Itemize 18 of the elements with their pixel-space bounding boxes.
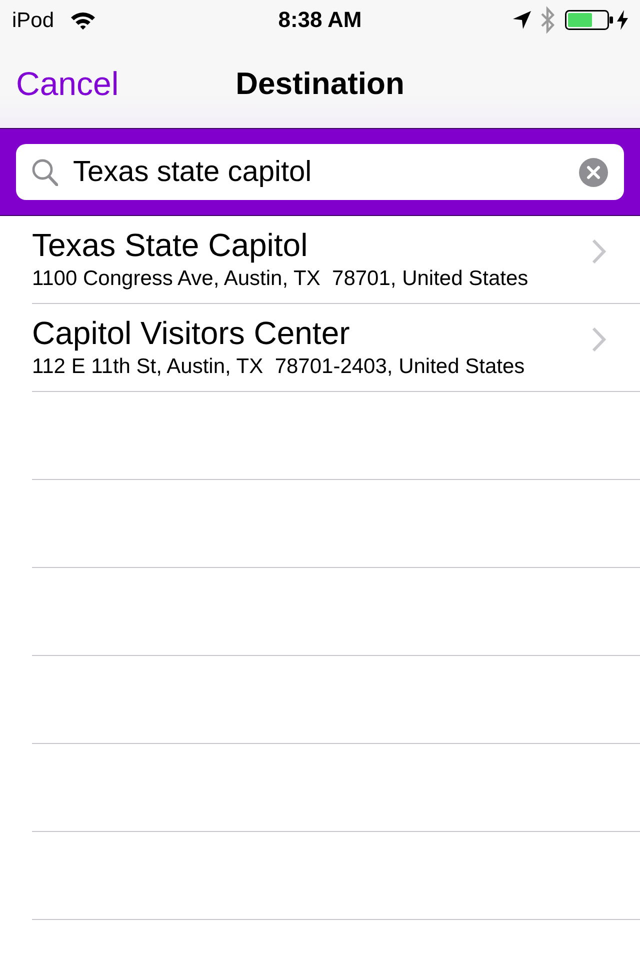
battery-icon xyxy=(565,10,613,30)
status-time: 8:38 AM xyxy=(278,9,362,31)
clear-icon[interactable] xyxy=(579,158,608,187)
place-address: 112 E 11th St, Austin, TX 78701-2403, United States xyxy=(32,354,525,380)
place-name[interactable]: Texas State Capitol xyxy=(32,228,528,263)
location-arrow-icon xyxy=(513,11,531,29)
wifi-icon xyxy=(70,10,96,30)
search-field[interactable]: Texas state capitol xyxy=(16,144,624,200)
cancel-button[interactable]: Cancel xyxy=(16,64,119,104)
search-icon xyxy=(32,159,58,186)
charging-bolt-icon xyxy=(617,10,628,30)
nav-title: Destination xyxy=(236,65,404,103)
place-name[interactable]: Capitol Visitors Center xyxy=(32,316,525,351)
chevron-icon xyxy=(592,327,606,352)
bluetooth-icon xyxy=(541,6,555,34)
chevron-icon xyxy=(592,239,606,264)
carrier-name: iPod xyxy=(12,10,54,30)
place-address: 1100 Congress Ave, Austin, TX 78701, United States xyxy=(32,266,528,292)
